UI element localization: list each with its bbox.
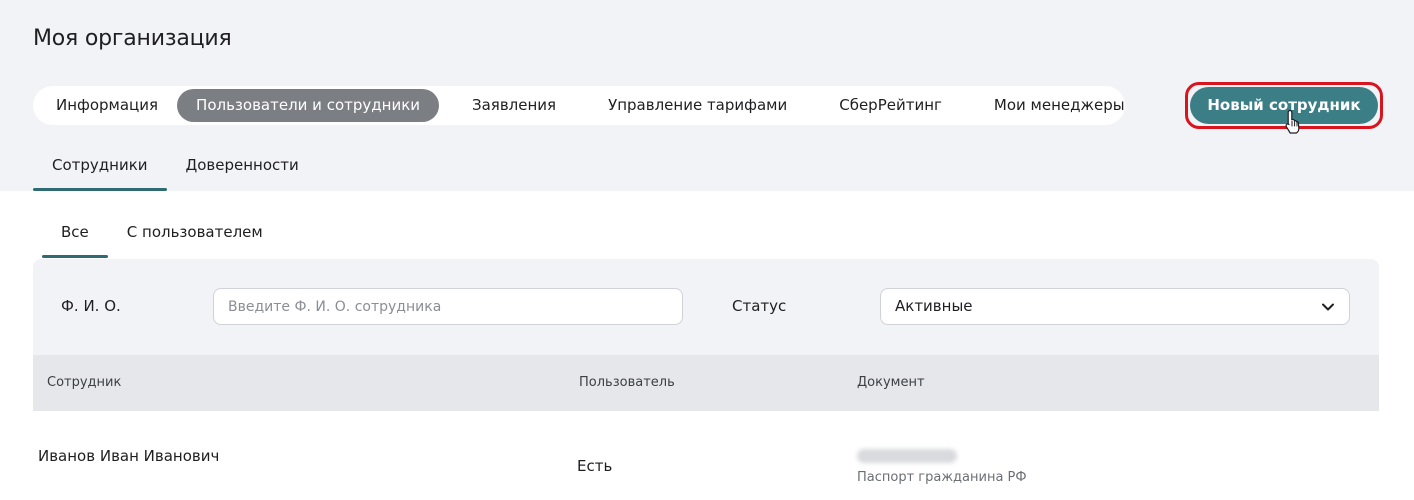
tab-powers-of-attorney[interactable]: Доверенности — [167, 142, 318, 191]
tab-employees[interactable]: Сотрудники — [33, 142, 167, 191]
column-header-employee: Сотрудник — [47, 375, 122, 390]
tab-applications[interactable]: Заявления — [453, 89, 575, 122]
tab-my-managers[interactable]: Мои менеджеры — [975, 89, 1144, 122]
name-search-input[interactable] — [213, 288, 683, 325]
tab-sber-rating[interactable]: СберРейтинг — [820, 89, 961, 122]
status-select-value: Активные — [895, 297, 973, 315]
hand-pointer-icon — [1285, 109, 1300, 134]
column-header-document: Документ — [857, 375, 925, 390]
inner-tabs: Все С пользователем — [42, 212, 282, 258]
document-type: Паспорт гражданина РФ — [857, 470, 1027, 485]
status-filter-label: Статус — [732, 297, 787, 315]
column-header-user: Пользователь — [579, 375, 675, 390]
tab-with-user[interactable]: С пользователем — [108, 212, 282, 258]
user-status: Есть — [577, 457, 613, 475]
tab-information[interactable]: Информация — [37, 89, 177, 122]
tab-all[interactable]: Все — [42, 212, 108, 258]
tab-tariff-management[interactable]: Управление тарифами — [589, 89, 806, 122]
chevron-down-icon — [1322, 303, 1334, 311]
page-title: Моя организация — [33, 26, 232, 51]
name-filter-label: Ф. И. О. — [61, 297, 121, 315]
tab-users-and-employees[interactable]: Пользователи и сотрудники — [177, 89, 439, 122]
redacted-document-number — [857, 449, 957, 463]
table-header: Сотрудник Пользователь Документ — [33, 355, 1379, 411]
sub-tabs: Сотрудники Доверенности — [33, 142, 318, 192]
employee-name[interactable]: Иванов Иван Иванович — [38, 447, 219, 465]
main-tabs: Информация Пользователи и сотрудники Зая… — [33, 86, 1125, 125]
table-row[interactable] — [33, 411, 1379, 500]
status-select[interactable]: Активные — [880, 288, 1350, 325]
